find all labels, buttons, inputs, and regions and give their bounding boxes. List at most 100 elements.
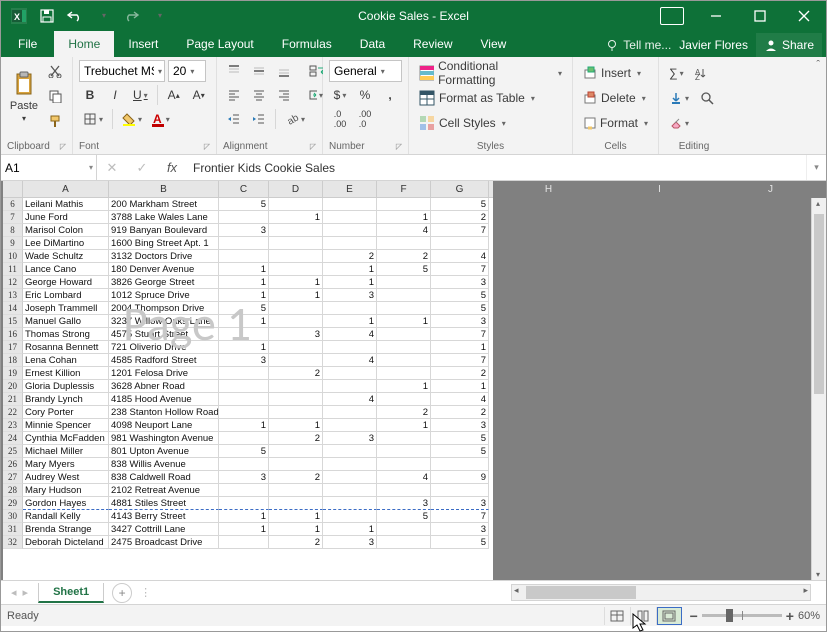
cell[interactable]: 3132 Doctors Drive [109, 250, 219, 263]
percent-format-icon[interactable]: % [354, 84, 376, 106]
cell[interactable] [431, 237, 489, 250]
cell[interactable]: 1 [377, 419, 431, 432]
cell[interactable] [269, 250, 323, 263]
cut-icon[interactable] [44, 60, 66, 82]
cell[interactable] [377, 484, 431, 497]
normal-view-icon[interactable] [604, 607, 630, 625]
tab-review[interactable]: Review [399, 31, 466, 57]
cell[interactable]: 1 [219, 419, 269, 432]
cell[interactable]: Michael Miller [23, 445, 109, 458]
sort-filter-icon[interactable]: AZ [691, 62, 713, 84]
row-header[interactable]: 25 [3, 445, 23, 458]
cell[interactable]: 3 [377, 497, 431, 510]
tab-insert[interactable]: Insert [114, 31, 172, 57]
row-header[interactable]: 14 [3, 302, 23, 315]
cell[interactable]: 5 [431, 198, 489, 211]
clear-icon[interactable] [665, 112, 693, 134]
font-launcher-icon[interactable]: ◸ [204, 142, 210, 151]
row-header[interactable]: 27 [3, 471, 23, 484]
ribbon-display-icon[interactable] [650, 1, 694, 30]
cell[interactable] [323, 237, 377, 250]
table-row[interactable]: 27Audrey West838 Caldwell Road3249 [3, 471, 493, 484]
cell[interactable] [219, 328, 269, 341]
row-header[interactable]: 7 [3, 211, 23, 224]
cell[interactable] [323, 224, 377, 237]
row-header[interactable]: 13 [3, 289, 23, 302]
cell[interactable]: 7 [431, 510, 489, 523]
cell[interactable]: 3788 Lake Wales Lane [109, 211, 219, 224]
row-header[interactable]: 21 [3, 393, 23, 406]
table-row[interactable]: 22Cory Porter238 Stanton Hollow Road22 [3, 406, 493, 419]
user-name[interactable]: Javier Flores [679, 38, 748, 52]
zoom-slider[interactable] [702, 614, 782, 617]
undo-icon[interactable] [63, 4, 87, 28]
row-header[interactable]: 16 [3, 328, 23, 341]
table-row[interactable]: 16Thomas Strong4575 Stuart Street347 [3, 328, 493, 341]
cell[interactable]: 4185 Hood Avenue [109, 393, 219, 406]
cell[interactable]: 2 [269, 536, 323, 549]
cell[interactable]: 1 [219, 289, 269, 302]
decrease-font-icon[interactable]: A▾ [188, 84, 210, 106]
cell[interactable]: 1 [323, 523, 377, 536]
close-icon[interactable] [782, 1, 826, 30]
cell[interactable]: 2102 Retreat Avenue [109, 484, 219, 497]
table-row[interactable]: 6Leilani Mathis200 Markham Street55 [3, 198, 493, 211]
cell[interactable] [377, 354, 431, 367]
vertical-scrollbar[interactable] [811, 198, 826, 580]
cell[interactable] [377, 445, 431, 458]
cell[interactable] [323, 302, 377, 315]
sheet-tab-active[interactable]: Sheet1 [38, 583, 104, 603]
table-row[interactable]: 26Mary Myers838 Willis Avenue [3, 458, 493, 471]
table-row[interactable]: 30Randall Kelly4143 Berry Street1157 [3, 510, 493, 523]
data-rows[interactable]: Page 1 6Leilani Mathis200 Markham Street… [3, 198, 493, 580]
expand-formula-bar-icon[interactable]: ▾ [806, 155, 826, 180]
number-launcher-icon[interactable]: ◸ [396, 142, 402, 151]
table-row[interactable]: 12George Howard3826 George Street1113 [3, 276, 493, 289]
cell[interactable]: 4881 Stiles Street [109, 497, 219, 510]
cell[interactable] [269, 354, 323, 367]
cell[interactable] [323, 341, 377, 354]
format-painter-icon[interactable] [44, 110, 66, 132]
cell[interactable] [269, 237, 323, 250]
cell[interactable]: Wade Schultz [23, 250, 109, 263]
cell[interactable] [377, 367, 431, 380]
cell[interactable]: 3628 Abner Road [109, 380, 219, 393]
cell[interactable]: Marisol Colon [23, 224, 109, 237]
cell[interactable] [269, 497, 323, 510]
decrease-indent-icon[interactable] [223, 108, 245, 130]
zoom-level[interactable]: 60% [798, 610, 820, 622]
tab-page-layout[interactable]: Page Layout [172, 31, 267, 57]
insert-function-icon[interactable]: fx [157, 155, 187, 180]
cell[interactable]: 1 [377, 315, 431, 328]
cell[interactable] [323, 380, 377, 393]
cell[interactable]: 1 [377, 380, 431, 393]
row-header[interactable]: 6 [3, 198, 23, 211]
col-header-c[interactable]: C [219, 181, 269, 197]
cell[interactable]: Joseph Trammell [23, 302, 109, 315]
bold-button[interactable]: B [79, 84, 101, 106]
cell[interactable] [219, 211, 269, 224]
row-header[interactable]: 30 [3, 510, 23, 523]
cell[interactable]: Lee DiMartino [23, 237, 109, 250]
row-header[interactable]: 29 [3, 497, 23, 510]
cell[interactable] [323, 406, 377, 419]
horizontal-scrollbar[interactable] [511, 584, 811, 601]
cell[interactable]: 3826 George Street [109, 276, 219, 289]
cell[interactable]: 3 [219, 354, 269, 367]
cell[interactable] [219, 432, 269, 445]
cell[interactable]: Rosanna Bennett [23, 341, 109, 354]
row-header[interactable]: 15 [3, 315, 23, 328]
tab-formulas[interactable]: Formulas [268, 31, 346, 57]
cell[interactable]: Thomas Strong [23, 328, 109, 341]
cell[interactable]: 4 [323, 328, 377, 341]
cell[interactable]: Mary Hudson [23, 484, 109, 497]
cell[interactable] [219, 380, 269, 393]
table-row[interactable]: 24Cynthia McFadden981 Washington Avenue2… [3, 432, 493, 445]
cell[interactable]: 5 [377, 510, 431, 523]
decrease-decimal-icon[interactable]: .00.0 [354, 108, 376, 130]
col-header-f[interactable]: F [377, 181, 431, 197]
row-header[interactable]: 24 [3, 432, 23, 445]
select-all-icon[interactable] [3, 181, 23, 197]
sheet-nav-next-icon[interactable]: ▸ [23, 586, 29, 599]
column-headers[interactable]: A B C D E F G [3, 181, 493, 198]
